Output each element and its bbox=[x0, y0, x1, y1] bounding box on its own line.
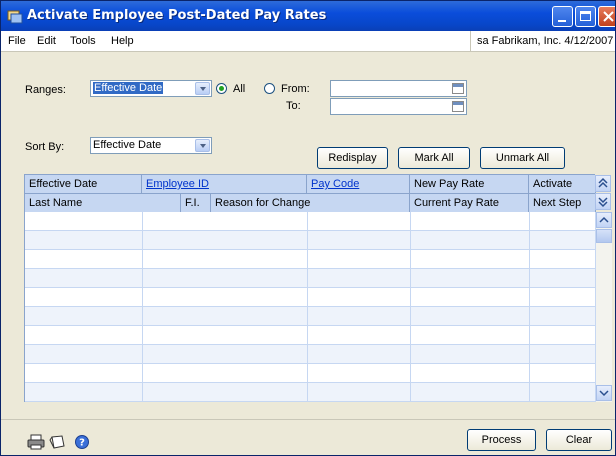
col-new-pay-rate: New Pay Rate bbox=[410, 175, 529, 194]
svg-text:?: ? bbox=[79, 438, 85, 449]
app-icon bbox=[7, 10, 23, 24]
table-row[interactable] bbox=[25, 250, 595, 269]
menu-file[interactable]: File bbox=[8, 35, 26, 47]
collapse-icon bbox=[598, 177, 608, 188]
employee-id-link[interactable]: Employee ID bbox=[146, 178, 209, 190]
column-divider bbox=[307, 212, 308, 402]
table-row[interactable] bbox=[25, 326, 595, 345]
title-bar: Activate Employee Post-Dated Pay Rates bbox=[1, 1, 615, 31]
chevron-down-icon bbox=[599, 390, 609, 397]
user-info: sa Fabrikam, Inc. 4/12/2007 bbox=[470, 31, 615, 51]
close-button[interactable] bbox=[598, 6, 615, 27]
col-current-pay-rate: Current Pay Rate bbox=[410, 194, 529, 213]
note-icon[interactable] bbox=[49, 434, 67, 450]
radio-all[interactable] bbox=[216, 83, 227, 94]
table-row[interactable] bbox=[25, 383, 595, 402]
close-icon bbox=[603, 11, 614, 22]
chevron-down-icon[interactable] bbox=[195, 82, 210, 95]
unmark-all-button[interactable]: Unmark All bbox=[480, 147, 565, 169]
window-title: Activate Employee Post-Dated Pay Rates bbox=[27, 8, 327, 23]
table-row[interactable] bbox=[25, 212, 595, 231]
ranges-value: Effective Date bbox=[93, 82, 164, 94]
col-employee-id[interactable]: Employee ID bbox=[142, 175, 307, 194]
col-next-step: Next Step bbox=[529, 194, 596, 213]
user-company-date: sa Fabrikam, Inc. 4/12/2007 bbox=[477, 35, 614, 47]
collapse-rows-button[interactable] bbox=[595, 175, 611, 192]
scroll-thumb[interactable] bbox=[596, 229, 612, 243]
chevron-up-icon bbox=[599, 216, 609, 223]
radio-all-label: All bbox=[233, 83, 246, 95]
scroll-up-button[interactable] bbox=[596, 212, 612, 228]
to-date-field[interactable] bbox=[330, 98, 467, 115]
sort-by-dropdown[interactable]: Effective Date bbox=[90, 137, 212, 154]
radio-from[interactable] bbox=[264, 83, 275, 94]
col-effective-date: Effective Date bbox=[25, 175, 142, 194]
footer-divider bbox=[1, 419, 615, 420]
scroll-down-button[interactable] bbox=[596, 385, 612, 401]
printer-icon[interactable] bbox=[27, 434, 45, 450]
column-divider bbox=[410, 212, 411, 402]
table-row[interactable] bbox=[25, 231, 595, 250]
column-divider bbox=[142, 212, 143, 402]
maximize-button[interactable] bbox=[575, 6, 596, 27]
pay-code-link[interactable]: Pay Code bbox=[311, 178, 359, 190]
menu-edit[interactable]: Edit bbox=[37, 35, 56, 47]
ranges-dropdown[interactable]: Effective Date bbox=[90, 80, 212, 97]
sort-by-label: Sort By: bbox=[25, 141, 65, 153]
col-fi: F.I. bbox=[181, 194, 211, 213]
window: Activate Employee Post-Dated Pay Rates F… bbox=[0, 0, 616, 456]
from-label: From: bbox=[281, 83, 310, 95]
sort-by-value: Effective Date bbox=[93, 139, 162, 151]
col-reason-for-change: Reason for Change bbox=[211, 194, 410, 213]
process-button[interactable]: Process bbox=[467, 429, 536, 451]
grid-body[interactable] bbox=[24, 212, 595, 402]
col-last-name: Last Name bbox=[25, 194, 181, 213]
table-row[interactable] bbox=[25, 364, 595, 383]
ranges-label: Ranges: bbox=[25, 84, 66, 96]
expand-rows-button[interactable] bbox=[595, 193, 611, 210]
table-row[interactable] bbox=[25, 288, 595, 307]
expand-icon bbox=[598, 197, 608, 208]
table-row[interactable] bbox=[25, 345, 595, 364]
minimize-button[interactable] bbox=[552, 6, 573, 27]
menu-help[interactable]: Help bbox=[111, 35, 134, 47]
col-pay-code[interactable]: Pay Code bbox=[307, 175, 410, 194]
table-row[interactable] bbox=[25, 269, 595, 288]
grid-scrollbar[interactable] bbox=[595, 212, 612, 402]
grid-header: Effective Date Employee ID Pay Code New … bbox=[24, 174, 596, 213]
help-icon[interactable]: ? bbox=[74, 434, 90, 450]
table-row[interactable] bbox=[25, 307, 595, 326]
to-label: To: bbox=[286, 100, 301, 112]
menu-tools[interactable]: Tools bbox=[70, 35, 96, 47]
redisplay-button[interactable]: Redisplay bbox=[317, 147, 388, 169]
chevron-down-icon[interactable] bbox=[195, 139, 210, 152]
from-date-field[interactable] bbox=[330, 80, 467, 97]
calendar-icon[interactable] bbox=[452, 83, 464, 94]
clear-button[interactable]: Clear bbox=[546, 429, 612, 451]
column-divider bbox=[529, 212, 530, 402]
col-activate: Activate bbox=[529, 175, 596, 194]
calendar-icon[interactable] bbox=[452, 101, 464, 112]
mark-all-button[interactable]: Mark All bbox=[398, 147, 470, 169]
